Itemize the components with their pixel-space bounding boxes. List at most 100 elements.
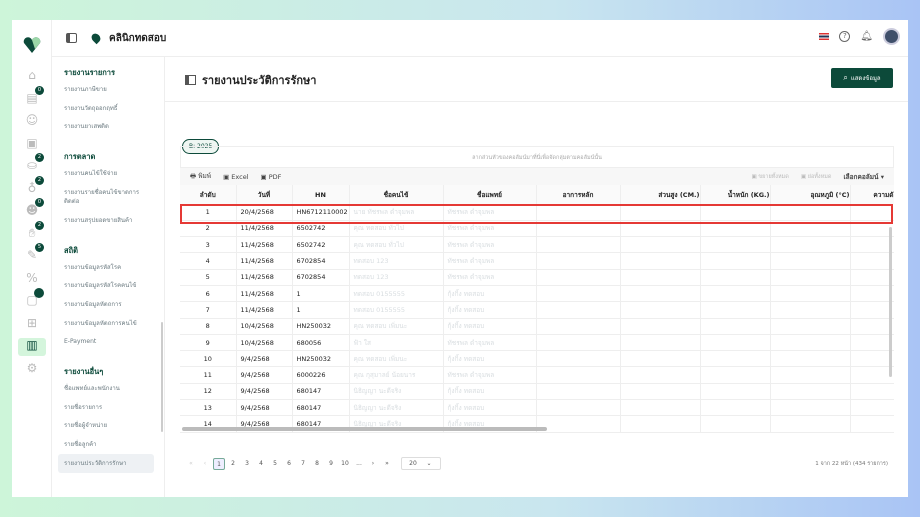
doctor-icon[interactable]: ☻ 0	[22, 198, 44, 221]
hand-icon[interactable]: ✋︎ 2	[22, 220, 44, 244]
column-header[interactable]: HN	[292, 185, 350, 204]
submenu-item[interactable]: รายชื่อลูกค้า	[64, 440, 154, 449]
document-icon[interactable]: ▣	[22, 136, 42, 154]
stethoscope-icon[interactable]: ♁ 2	[22, 175, 44, 199]
bell-icon[interactable]: 🔔︎	[860, 31, 873, 42]
thai-flag-icon[interactable]	[819, 33, 830, 40]
table-cell: 10	[180, 350, 237, 368]
table-row[interactable]: 8 10/4/2568 HN250032 คุณ ทดสอบ เพิ่มนะ กุ้งก…	[180, 318, 894, 335]
table-cell	[850, 366, 894, 384]
user-icon[interactable]: ☺	[22, 113, 42, 131]
submenu-item[interactable]: รายงานข้อมูลรหัสโรค	[64, 263, 154, 272]
calendar-icon[interactable]: ▤ 0	[22, 85, 44, 109]
page-button[interactable]: ...	[353, 458, 365, 470]
submenu-item[interactable]: รายงานภาษีขาย	[64, 85, 154, 94]
table-row[interactable]: 3 11/4/2568 6502742 คุณ ทดสอบ ทั่วไป ทัชรพล …	[180, 236, 894, 254]
page-button[interactable]: 7	[297, 458, 309, 470]
table-row[interactable]: 9 10/4/2568 680056 ฟ้า ใส ทัชรพล ดำจุมพล	[180, 334, 894, 352]
page-button[interactable]: 9	[325, 458, 337, 470]
choose-columns-button[interactable]: เลือกคอลัมน์ ▾	[843, 172, 884, 182]
apps-icon[interactable]: ⊞	[22, 316, 42, 334]
submenu-item[interactable]: รายชื่อรายการ	[64, 403, 154, 412]
column-header[interactable]: อาการหลัก	[536, 185, 621, 204]
table-cell	[850, 285, 894, 303]
submenu-item[interactable]: รายงานคนไข้ใช้จ่าย	[64, 169, 154, 178]
collapse-all-button[interactable]: ▣ ย่อทั้งหมด	[801, 173, 832, 181]
help-icon[interactable]: ?	[839, 31, 851, 42]
table-row[interactable]: 4 11/4/2568 6702854 ทดสอบ 123 ทัชรพล ดำจุมพล	[180, 252, 894, 270]
table-cell: 11/4/2568	[236, 236, 293, 254]
page-button[interactable]: 1	[213, 457, 225, 470]
submenu-item[interactable]: รายงานสรุปยอดขายสินค้า	[64, 216, 154, 225]
table-cell	[770, 285, 851, 303]
column-header[interactable]: น้ำหนัก (KG.)	[700, 185, 771, 204]
table-cell	[620, 301, 701, 319]
table-row[interactable]: 11 9/4/2568 6000226 คุณ กุสุมาลย์ น้อยนาร ทั…	[180, 366, 894, 384]
group-panel[interactable]: ลากส่วนหัวของคอลัมน์มาที่นี่เพื่อจัดกลุ่…	[180, 146, 894, 168]
submenu-item[interactable]: รายงานข้อมูลหัตถการคนไข้	[64, 319, 154, 328]
table-cell: 9/4/2568	[236, 399, 293, 417]
page-button[interactable]: 8	[311, 458, 323, 470]
home-icon[interactable]: ⌂	[22, 68, 42, 86]
submenu-item[interactable]: E-Payment	[64, 337, 154, 346]
column-header[interactable]: อุณหภูมิ (°C)	[770, 185, 851, 204]
table-row[interactable]: 13 9/4/2568 680147 นิธิญญา นะดีจริง กุ้งกิ้ง…	[180, 399, 894, 417]
table-row[interactable]: 5 11/4/2568 6702854 ทดสอบ 123 ทัชรพล ดำจุมพล	[180, 269, 894, 286]
chart-icon[interactable]: ▥	[18, 338, 46, 356]
syringe-icon[interactable]: ✎ 5	[22, 243, 44, 266]
submenu-scrollbar[interactable]	[161, 322, 163, 432]
submenu-item[interactable]: ชื่อแพทย์และพนักงาน	[64, 384, 154, 393]
table-cell: 680147	[292, 399, 350, 417]
avatar[interactable]	[883, 28, 900, 45]
page-button[interactable]: 10	[339, 458, 351, 470]
next-page-button[interactable]: ›	[367, 458, 379, 470]
table-cell	[536, 252, 621, 270]
submenu-item[interactable]: รายงานข้อมูลรหัสโรคคนไข้	[64, 281, 154, 290]
bed-icon[interactable]: ⛀ 2	[22, 153, 44, 176]
page-button[interactable]: 2	[227, 458, 239, 470]
vertical-scrollbar[interactable]	[889, 227, 892, 377]
box-icon[interactable]: ▢	[22, 288, 44, 311]
page-button[interactable]: 6	[283, 458, 295, 470]
table-row[interactable]: 10 9/4/2568 HN250032 คุณ ทดสอบ เพิ่มนะ กุ้งก…	[180, 350, 894, 368]
page-button[interactable]: 5	[269, 458, 281, 470]
percent-icon[interactable]: %	[22, 271, 42, 289]
submenu-item[interactable]: รายงานข้อมูลหัตถการ	[64, 300, 154, 309]
column-header[interactable]: ส่วนสูง (CM.)	[620, 185, 701, 204]
submenu-item[interactable]: รายชื่อผู้จำหน่าย	[64, 421, 154, 430]
show-data-button[interactable]: ⌕ แสดงข้อมูล	[831, 68, 893, 88]
table-cell: 9/4/2568	[236, 366, 293, 384]
table-cell: 11/4/2568	[236, 301, 293, 319]
column-header[interactable]: ลำดับ	[180, 185, 237, 204]
table-row[interactable]: 7 11/4/2568 1 ทดสอบ 0155555 กุ้งกิ้ง ทดสอบ	[180, 301, 894, 319]
submenu-item[interactable]: รายงานวัตถุออกฤทธิ์	[64, 104, 154, 113]
submenu-item[interactable]: รายงานประวัติการรักษา	[58, 453, 154, 473]
horizontal-scrollbar[interactable]	[182, 427, 547, 431]
page-button[interactable]: 4	[255, 458, 267, 470]
column-header[interactable]: ชื่อแพทย์	[443, 185, 537, 204]
excel-button[interactable]: ▣ Excel	[223, 173, 248, 181]
table-cell: กุ้งกิ้ง ทดสอบ	[443, 350, 537, 368]
page-button[interactable]: 3	[241, 458, 253, 470]
column-header[interactable]: ชื่อคนไข้	[349, 185, 444, 204]
table-cell	[536, 383, 621, 401]
column-header[interactable]: ความดั	[850, 185, 894, 204]
table-cell	[536, 318, 621, 335]
pdf-button[interactable]: ▣ PDF	[261, 173, 282, 181]
sidebar-toggle-icon[interactable]	[66, 33, 77, 43]
expand-all-button[interactable]: ▣ ขยายทั้งหมด	[751, 173, 788, 181]
last-page-button[interactable]: »	[381, 458, 393, 470]
report-submenu: รายงานรายการ รายงานภาษีขาย รายงานวัตถุออกฤ…	[52, 57, 165, 497]
grid-toolbar: 🖶︎ พิมพ์ ▣ Excel ▣ PDF ▣ ขยายทั้งหมด ▣ ย…	[180, 168, 894, 186]
table-cell	[850, 269, 894, 286]
gear-icon[interactable]: ⚙︎	[22, 361, 42, 379]
page-size-select[interactable]: 20 ⌄	[401, 457, 441, 470]
table-row[interactable]: 6 11/4/2568 1 ทดสอบ 0155555 กุ้งกิ้ง ทดสอบ	[180, 285, 894, 303]
table-row[interactable]: 12 9/4/2568 680147 นิธิญญา นะดีจริง กุ้งกิ้ง…	[180, 383, 894, 401]
prev-page-button[interactable]: ‹	[199, 458, 211, 470]
column-header[interactable]: วันที่	[236, 185, 293, 204]
first-page-button[interactable]: «	[185, 458, 197, 470]
submenu-item[interactable]: รายงานรายชื่อคนไข้ขาดการติดต่อ	[64, 188, 154, 206]
print-button[interactable]: 🖶︎ พิมพ์	[190, 171, 211, 183]
submenu-item[interactable]: รายงานยาเสพติด	[64, 122, 154, 131]
